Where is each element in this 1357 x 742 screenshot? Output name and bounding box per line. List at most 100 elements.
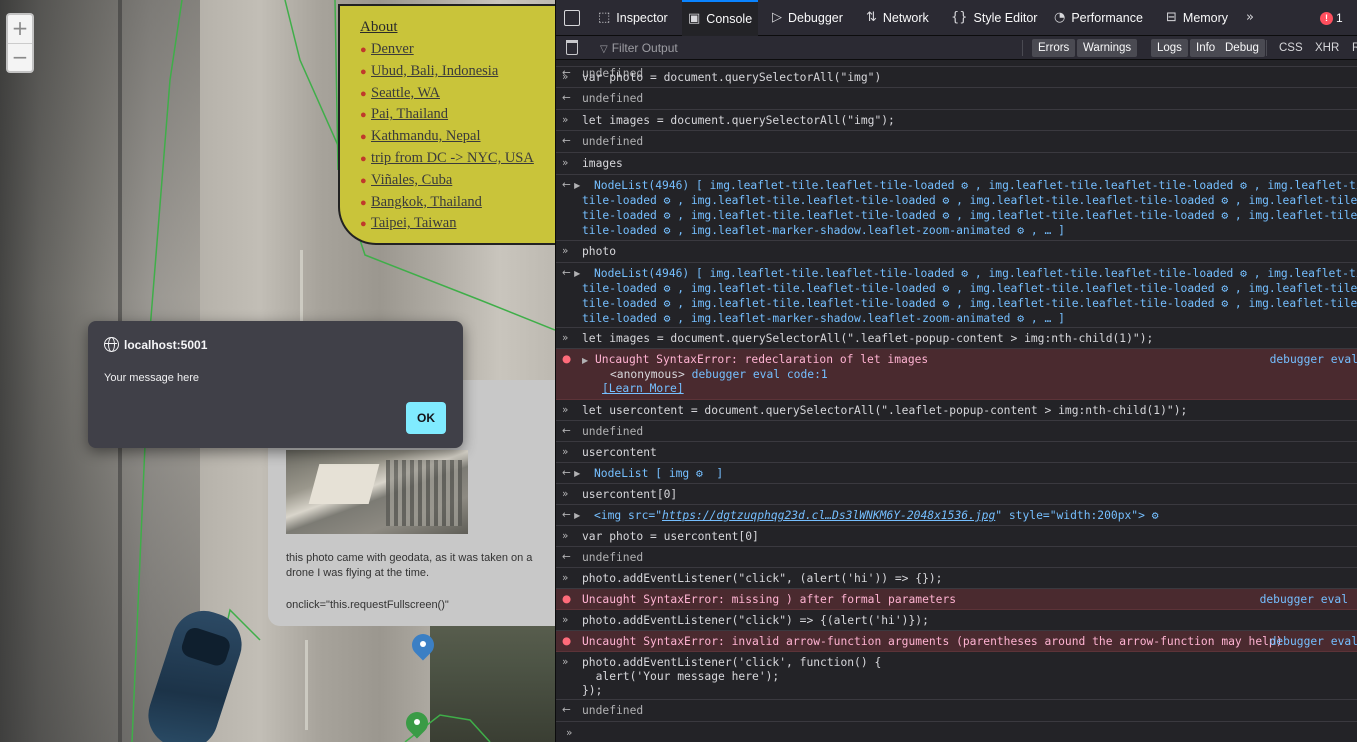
console-input-line: » images: [556, 153, 1357, 175]
clear-console-icon[interactable]: [566, 40, 578, 55]
popup-onclick-text: onclick="this.requestFullscreen()": [286, 599, 449, 611]
drone-photo[interactable]: [286, 450, 468, 534]
console-nodelist-result[interactable]: ← ▶ NodeList [ img ⚙ ]: [556, 463, 1357, 484]
tab-network[interactable]: ⇅ Network: [866, 0, 929, 36]
locations-panel: About ● Denver ● Ubud, Bali, Indonesia ● Seat…: [338, 4, 555, 245]
console-input-line: » var photo = document.querySelectorAll("…: [556, 67, 1357, 88]
chevron-double-right-icon: »: [1246, 10, 1254, 25]
error-message: Uncaught SyntaxError: missing ) after fo…: [582, 593, 957, 606]
image-url-link[interactable]: https://dgtzuqphqg23d.cl…Ds3lWNKM6Y-2048…: [662, 509, 995, 522]
console-input-line: » usercontent: [556, 442, 1357, 463]
tab-style-editor[interactable]: {} Style Editor: [951, 0, 1037, 36]
devtools-panel: ⬚ Inspector ▣ Console ▷ Debugger ⇅ Netwo…: [555, 0, 1357, 742]
error-count: 1: [1336, 11, 1343, 25]
filter-logs-button[interactable]: Logs: [1151, 39, 1188, 57]
element-picker-icon[interactable]: [564, 10, 580, 26]
console-error: ● ▶ Uncaught SyntaxError: redeclaration …: [556, 349, 1357, 400]
location-item: ● Bangkok, Thailand: [360, 194, 555, 216]
console-icon: ▣: [688, 11, 701, 26]
map-pin-icon: ●: [360, 174, 367, 187]
map-pin-icon: ●: [360, 65, 367, 78]
console-output[interactable]: ← undefined » var photo = document.querySe…: [556, 61, 1357, 742]
console-element-result[interactable]: ← ▶ <img src="https://dgtzuqphqg23d.cl…D…: [556, 505, 1357, 526]
location-item: ● Seattle, WA: [360, 85, 555, 107]
tab-inspector[interactable]: ⬚ Inspector: [598, 0, 668, 36]
zoom-out-button[interactable]: −: [8, 43, 32, 71]
filter-info-button[interactable]: Info: [1190, 39, 1222, 57]
tab-label: Memory: [1182, 11, 1229, 25]
learn-more-link[interactable]: [Learn More]: [602, 382, 684, 395]
zoom-control: + −: [6, 13, 34, 73]
location-link[interactable]: Viñales, Cuba: [371, 172, 452, 188]
console-input-line: » let usercontent = document.querySelecto…: [556, 400, 1357, 421]
filter-errors-button[interactable]: Errors: [1032, 39, 1076, 57]
stack-frame-link[interactable]: debugger eval code:1: [692, 368, 828, 381]
error-source-link[interactable]: debugger eval: [1260, 593, 1348, 606]
devtools-tabbar: ⬚ Inspector ▣ Console ▷ Debugger ⇅ Netwo…: [556, 0, 1357, 36]
location-link[interactable]: Ubud, Bali, Indonesia: [371, 63, 498, 79]
location-item: ● Taipei, Taiwan: [360, 215, 555, 237]
location-item: ● Viñales, Cuba: [360, 172, 555, 194]
element-tag-end: " style="width:200px"> ⚙: [995, 509, 1159, 522]
error-source-link[interactable]: debugger eval: [1270, 353, 1357, 366]
map-pin-icon: ●: [360, 131, 367, 144]
map-marker-green[interactable]: [401, 707, 433, 742]
popup-caption: this photo came with geodata, as it was …: [286, 552, 533, 579]
error-count-badge[interactable]: ! 1: [1320, 0, 1343, 36]
tab-performance[interactable]: ◔ Performance: [1054, 0, 1143, 36]
about-link[interactable]: About: [360, 19, 555, 36]
console-result: ← undefined: [556, 700, 1357, 722]
map-marker-blue[interactable]: [407, 629, 439, 668]
tab-debugger[interactable]: ▷ Debugger: [772, 0, 843, 36]
map-pin-icon: ●: [360, 87, 367, 100]
filter-css-button[interactable]: CSS: [1279, 39, 1303, 57]
location-link[interactable]: Seattle, WA: [371, 85, 440, 101]
tab-console[interactable]: ▣ Console: [682, 0, 759, 36]
alert-message: Your message here: [104, 372, 199, 384]
filter-xhr-button[interactable]: XHR: [1315, 39, 1339, 57]
error-source-link[interactable]: debugger eval: [1270, 635, 1357, 648]
tab-label: Inspector: [616, 11, 668, 25]
alert-origin-text: localhost:5001: [124, 337, 208, 352]
filter-debug-button[interactable]: Debug: [1219, 39, 1265, 57]
filter-requests-button[interactable]: R: [1352, 39, 1357, 57]
map-pin-icon: ●: [360, 218, 367, 231]
console-input-line: » let images = document.querySelectorAll(…: [556, 110, 1357, 131]
console-nodelist-result[interactable]: ← ▶ NodeList(4946) [ img.leaflet-tile.le…: [556, 175, 1357, 241]
location-link[interactable]: Denver: [371, 41, 414, 57]
more-tabs-button[interactable]: »: [1246, 0, 1254, 36]
alert-dialog: localhost:5001 Your message here OK: [88, 321, 463, 448]
debugger-icon: ▷: [772, 10, 782, 25]
console-input-line: » photo.addEventListener("click", (alert(…: [556, 568, 1357, 589]
location-link[interactable]: Taipei, Taiwan: [371, 215, 456, 231]
map-pin-icon: ●: [360, 44, 367, 56]
locations-list: ● Denver ● Ubud, Bali, Indonesia ● Seattle, W…: [360, 41, 555, 237]
console-input-line: » photo.addEventListener("click") => {(al…: [556, 610, 1357, 631]
error-icon: ●: [562, 353, 572, 365]
filter-warnings-button[interactable]: Warnings: [1077, 39, 1138, 57]
console-nodelist-result[interactable]: ← ▶ NodeList(4946) [ img.leaflet-tile.le…: [556, 263, 1357, 328]
tab-memory[interactable]: ⊟ Memory: [1166, 0, 1228, 36]
alert-ok-button[interactable]: OK: [406, 402, 446, 434]
console-toolbar: ▽ Filter Output Errors Warnings Logs Info…: [556, 36, 1357, 60]
map-pin-icon: ●: [360, 109, 367, 122]
zoom-in-button[interactable]: +: [8, 15, 32, 43]
location-link[interactable]: Bangkok, Thailand: [371, 194, 482, 210]
console-input-line: » photo.addEventListener('click', functi…: [556, 652, 1357, 700]
filter-output-input[interactable]: ▽ Filter Output: [600, 36, 678, 60]
error-message: Uncaught SyntaxError: invalid arrow-func…: [582, 635, 1283, 648]
tab-label: Performance: [1071, 11, 1143, 25]
alert-origin: localhost:5001: [104, 337, 207, 352]
location-item: ● Pai, Thailand: [360, 106, 555, 128]
console-input-line: » var photo = usercontent[0]: [556, 526, 1357, 547]
map-pane[interactable]: + − About ● Denver ● Ubud, Bali, Indonesia ●…: [0, 0, 555, 742]
location-link[interactable]: Pai, Thailand: [371, 106, 448, 122]
console-input[interactable]: »: [556, 724, 1357, 742]
console-input-line: » photo: [556, 241, 1357, 263]
location-link[interactable]: Kathmandu, Nepal: [371, 128, 481, 144]
tab-label: Network: [882, 11, 929, 25]
console-error: ● Uncaught SyntaxError: missing ) after …: [556, 589, 1357, 610]
location-link[interactable]: trip from DC -> NYC, USA: [371, 150, 534, 166]
style-editor-icon: {}: [951, 10, 968, 25]
tab-label: Debugger: [788, 11, 843, 25]
